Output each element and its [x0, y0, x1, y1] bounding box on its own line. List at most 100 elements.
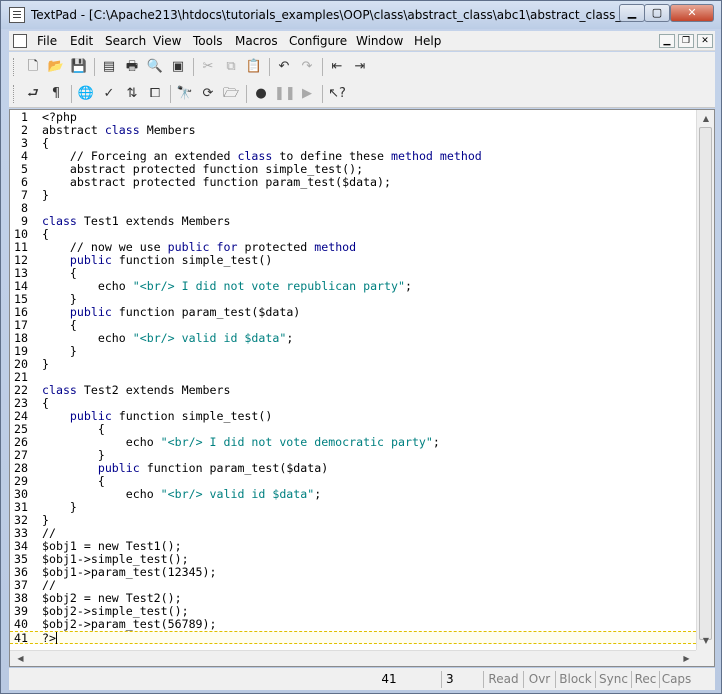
code-line[interactable]: 2 abstract class Members — [10, 124, 696, 137]
minimize-button[interactable]: ▁ — [619, 4, 645, 22]
maximize-button[interactable]: ▢ — [644, 4, 670, 22]
status-block: Block — [555, 671, 595, 688]
menu-window[interactable]: Window — [356, 34, 403, 48]
menu-file[interactable]: File — [37, 34, 57, 48]
toolbar-separator — [269, 58, 270, 76]
code-line[interactable]: 41 ?> — [10, 631, 696, 645]
document-close-button[interactable]: ✕ — [697, 34, 713, 48]
menu-help[interactable]: Help — [414, 34, 441, 48]
menu-search[interactable]: Search — [105, 34, 146, 48]
code-text: echo "<br/> I did not vote republican pa… — [42, 279, 412, 293]
redo-icon[interactable]: ↷ — [297, 57, 317, 77]
scroll-left-icon[interactable]: ◀ — [12, 651, 29, 667]
code-line[interactable]: 31 } — [10, 501, 696, 514]
visible-spaces-icon[interactable]: ¶ — [46, 84, 66, 104]
vertical-scrollbar[interactable]: ▲ ▼ — [696, 110, 714, 650]
toolbar-separator — [94, 58, 95, 76]
tools-toolbar: ⮐ ¶ 🌐 ✓ ⇅ ⧠ 🔭 ⟳ 🗁 ● ❚❚ ▶ ↖? — [9, 81, 715, 107]
help-pointer-icon[interactable]: ↖? — [327, 84, 347, 104]
scroll-up-icon[interactable]: ▲ — [697, 110, 715, 127]
code-area[interactable]: 1 <?php 2 abstract class Members 3{4 // Forc… — [10, 110, 696, 650]
document-restore-button[interactable]: ❐ — [678, 34, 694, 48]
code-text: abstract protected function param_test($… — [42, 175, 392, 189]
standard-toolbar: 🗋 📂 💾 ▤ 🖶 🔍 ▣ ✂ ⧉ 📋 ↶ ↷ ⇤ ⇥ — [9, 54, 715, 80]
code-text: } — [42, 188, 49, 202]
code-line[interactable]: 40 $obj2->param_test(56789); — [10, 618, 696, 631]
code-line[interactable]: 36 $obj1->param_test(12345); — [10, 566, 696, 579]
toolbar-separator — [322, 85, 323, 103]
new-file-icon[interactable]: 🗋 — [23, 57, 43, 77]
play-macro-icon[interactable]: ▶ — [297, 84, 317, 104]
replace-icon[interactable]: ⟳ — [198, 84, 218, 104]
close-button[interactable]: ✕ — [670, 4, 714, 22]
editor-pane[interactable]: 1 <?php 2 abstract class Members 3{4 // Forc… — [9, 109, 715, 667]
code-text: abstract class Members — [42, 123, 196, 137]
document-minimize-button[interactable]: ▁ — [659, 34, 675, 48]
status-line-number: 41 — [381, 672, 397, 686]
horizontal-scrollbar[interactable]: ◀ ▶ — [10, 650, 696, 666]
line-number: 40 — [14, 617, 28, 631]
menu-macros[interactable]: Macros — [235, 34, 278, 48]
compare-files-icon[interactable]: ⧠ — [145, 84, 165, 104]
toolbar-separator — [170, 85, 171, 103]
menu-edit[interactable]: Edit — [70, 34, 93, 48]
code-line[interactable]: 30 echo "<br/> valid id $data"; — [10, 488, 696, 501]
save-all-icon[interactable]: ▤ — [99, 57, 119, 77]
status-column-number: 3 — [441, 671, 481, 688]
code-line[interactable]: 7} — [10, 189, 696, 202]
manage-files-icon[interactable]: ▣ — [168, 57, 188, 77]
menu-view[interactable]: View — [153, 34, 181, 48]
code-line[interactable]: 28 public function param_test($data) — [10, 462, 696, 475]
print-icon[interactable]: 🖶 — [122, 57, 142, 77]
code-text: echo "<br/> valid id $data"; — [42, 331, 294, 345]
toolbars: 🗋 📂 💾 ▤ 🖶 🔍 ▣ ✂ ⧉ 📋 ↶ ↷ ⇤ ⇥ ⮐ ¶ 🌐 ✓ ⇅ ⧠ 🔭 ⟳ 🗁 ● ❚❚ ▶ ↖? — [9, 52, 715, 108]
code-line[interactable]: 24 public function simple_test() — [10, 410, 696, 423]
scroll-down-icon[interactable]: ▼ — [697, 632, 715, 649]
menu-tools[interactable]: Tools — [193, 34, 223, 48]
title-bar[interactable]: TextPad - [C:\Apache213\htdocs\tutorials… — [1, 1, 721, 29]
code-line[interactable]: 14 echo "<br/> I did not vote republican… — [10, 280, 696, 293]
paste-icon[interactable]: 📋 — [244, 57, 264, 77]
code-line[interactable]: 9 class Test1 extends Members — [10, 215, 696, 228]
undo-icon[interactable]: ↶ — [274, 57, 294, 77]
find-icon[interactable]: 🔭 — [175, 84, 195, 104]
open-folder-icon[interactable]: 📂 — [46, 57, 66, 77]
window-title: TextPad - [C:\Apache213\htdocs\tutorials… — [31, 8, 661, 22]
save-icon[interactable]: 💾 — [69, 57, 89, 77]
scroll-thumb[interactable] — [699, 127, 712, 640]
document-icon[interactable] — [13, 34, 27, 48]
code-line[interactable]: 6 abstract protected function param_test… — [10, 176, 696, 189]
textpad-app-icon[interactable] — [9, 7, 25, 23]
code-line[interactable]: 18 echo "<br/> valid id $data"; — [10, 332, 696, 345]
code-line[interactable]: 16 public function param_test($data) — [10, 306, 696, 319]
sort-icon[interactable]: ⇅ — [122, 84, 142, 104]
code-line[interactable]: 22 class Test2 extends Members — [10, 384, 696, 397]
increase-indent-icon[interactable]: ⇥ — [350, 57, 370, 77]
toolbar-separator — [193, 58, 194, 76]
toolbar-separator — [322, 58, 323, 76]
decrease-indent-icon[interactable]: ⇤ — [327, 57, 347, 77]
spelling-icon[interactable]: ✓ — [99, 84, 119, 104]
code-line[interactable]: 20} — [10, 358, 696, 371]
find-in-files-icon[interactable]: 🗁 — [221, 84, 241, 104]
status-read: Read — [483, 671, 523, 688]
word-wrap-icon[interactable]: ⮐ — [23, 84, 43, 104]
view-in-browser-icon[interactable]: 🌐 — [76, 84, 96, 104]
toolbar-grip[interactable] — [13, 85, 16, 103]
code-line[interactable]: 26 echo "<br/> I did not vote democratic… — [10, 436, 696, 449]
code-line[interactable]: 12 public function simple_test() — [10, 254, 696, 267]
print-preview-icon[interactable]: 🔍 — [145, 57, 165, 77]
text-cursor — [55, 632, 57, 644]
menu-configure[interactable]: Configure — [289, 34, 347, 48]
menu-bar: File Edit Search View Tools Macros Confi… — [9, 31, 715, 51]
toolbar-grip[interactable] — [13, 58, 16, 76]
record-macro-icon[interactable]: ● — [251, 84, 271, 104]
code-text: class Test1 extends Members — [42, 214, 231, 228]
code-line[interactable]: 32} — [10, 514, 696, 527]
scroll-right-icon[interactable]: ▶ — [678, 651, 695, 667]
code-text: $obj1->param_test(12345); — [42, 565, 217, 579]
copy-icon[interactable]: ⧉ — [221, 57, 241, 77]
cut-icon[interactable]: ✂ — [198, 57, 218, 77]
pause-macro-icon[interactable]: ❚❚ — [274, 84, 296, 104]
code-line[interactable]: 19 } — [10, 345, 696, 358]
